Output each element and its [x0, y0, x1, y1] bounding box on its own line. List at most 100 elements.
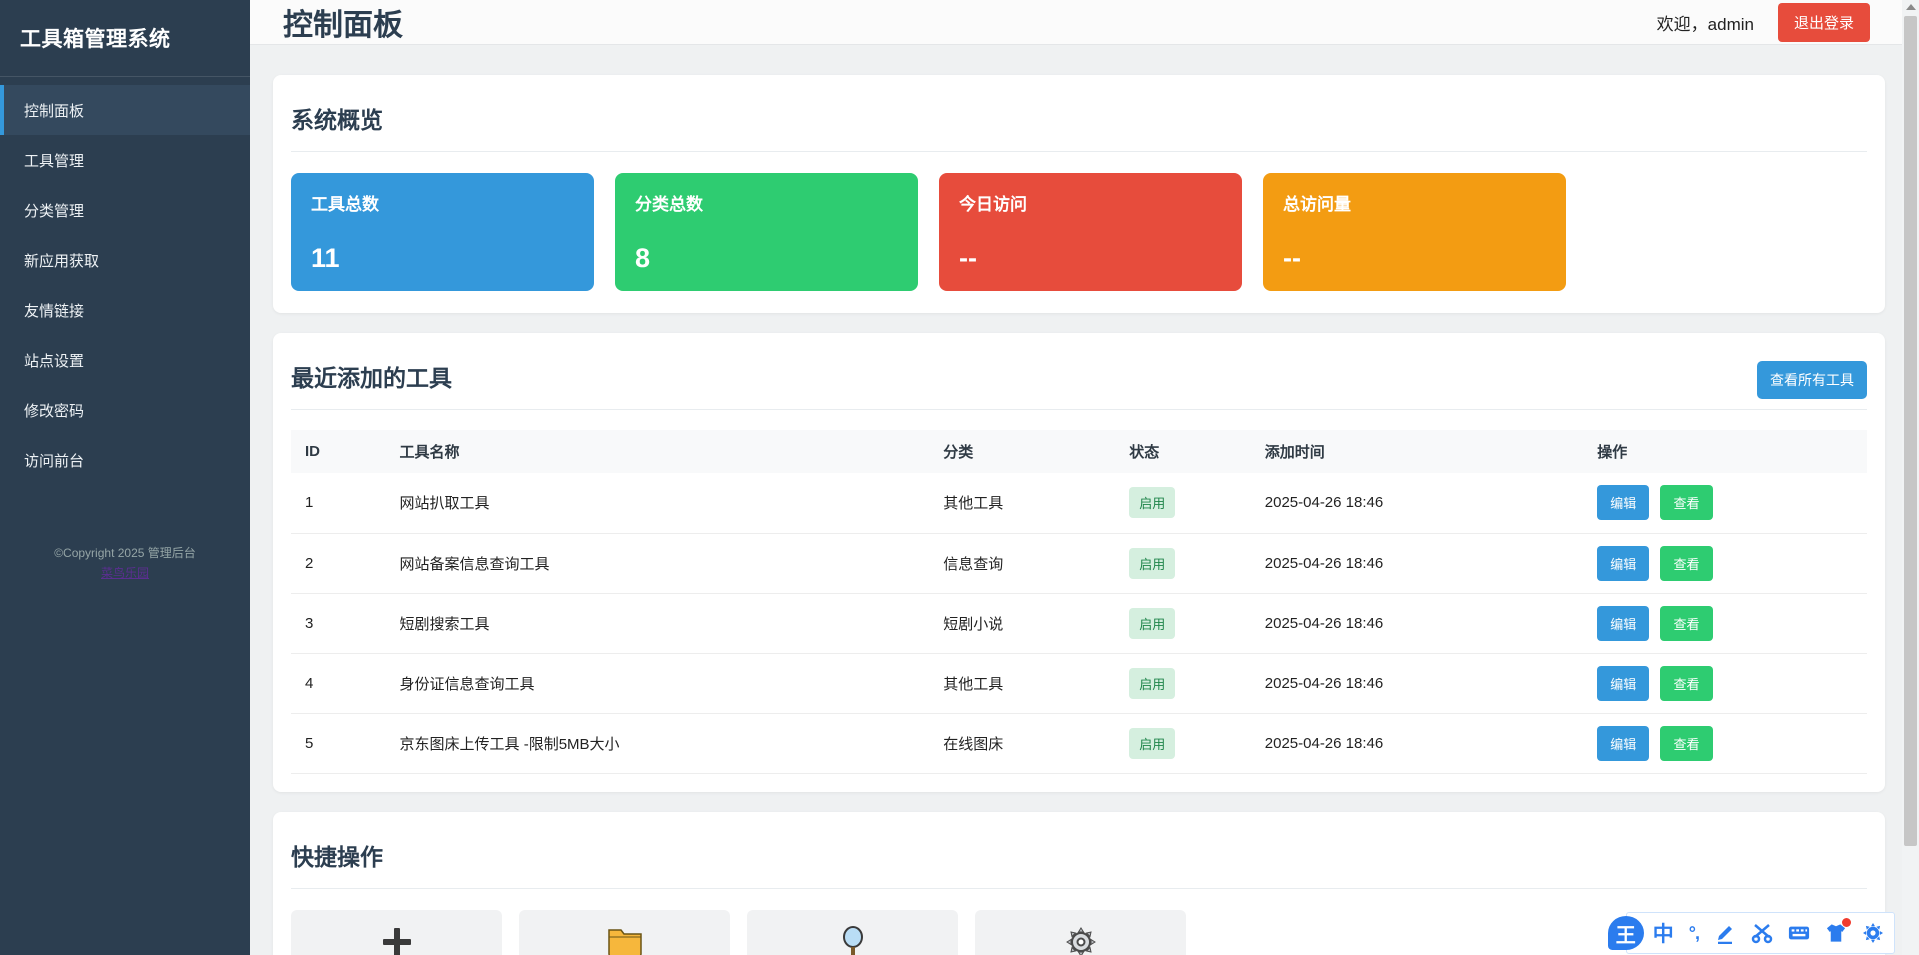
quick-action-settings[interactable] — [975, 910, 1186, 955]
recent-tools-header: 最近添加的工具 查看所有工具 — [291, 351, 1867, 410]
status-badge: 启用 — [1129, 487, 1175, 518]
scrollbar-up-arrow[interactable] — [1906, 4, 1916, 10]
skin-shirt-icon[interactable] — [1825, 922, 1847, 944]
view-button[interactable]: 查看 — [1660, 485, 1712, 520]
quick-actions-heading: 快捷操作 — [291, 830, 1867, 889]
view-button[interactable]: 查看 — [1660, 606, 1712, 641]
stat-card-total-categories: 分类总数 8 — [615, 173, 918, 291]
header-right: 欢迎，admin 退出登录 — [1657, 3, 1870, 42]
sidebar-item-dashboard[interactable]: 控制面板 — [0, 85, 250, 135]
table-row: 5 京东图床上传工具 -限制5MB大小 在线图床 启用 2025-04-26 1… — [291, 713, 1867, 773]
cell-category: 在线图床 — [929, 713, 1115, 773]
col-header-name: 工具名称 — [386, 430, 930, 473]
logout-button[interactable]: 退出登录 — [1778, 3, 1870, 42]
sidebar-item-new-app-fetch[interactable]: 新应用获取 — [0, 235, 250, 285]
sidebar-item-change-password[interactable]: 修改密码 — [0, 385, 250, 435]
edit-button[interactable]: 编辑 — [1597, 546, 1649, 581]
stat-card-total-visits: 总访问量 -- — [1263, 173, 1566, 291]
edit-button[interactable]: 编辑 — [1597, 666, 1649, 701]
sidebar-item-tool-management[interactable]: 工具管理 — [0, 135, 250, 185]
cell-category: 短剧小说 — [929, 593, 1115, 653]
sidebar-item-visit-frontend[interactable]: 访问前台 — [0, 435, 250, 485]
cell-name: 京东图床上传工具 -限制5MB大小 — [386, 713, 930, 773]
stat-label: 今日访问 — [959, 190, 1222, 215]
sidebar-item-label: 站点设置 — [24, 350, 84, 371]
status-badge: 启用 — [1129, 728, 1175, 759]
cell-id: 5 — [291, 713, 386, 773]
quick-action-search[interactable] — [747, 910, 958, 955]
ime-punctuation-button[interactable]: °, — [1689, 923, 1699, 944]
content: 系统概览 工具总数 11 分类总数 8 今日访问 -- 总访 — [250, 45, 1902, 955]
sidebar: 工具箱管理系统 控制面板 工具管理 分类管理 新应用获取 友情链接 站点设置 修… — [0, 0, 250, 955]
footer-link[interactable]: 菜鸟乐园 — [101, 566, 149, 580]
sidebar-item-category-management[interactable]: 分类管理 — [0, 185, 250, 235]
system-overview-card: 系统概览 工具总数 11 分类总数 8 今日访问 -- 总访 — [273, 75, 1885, 313]
status-badge: 启用 — [1129, 548, 1175, 579]
handwriting-pen-icon[interactable] — [1714, 922, 1736, 944]
stat-label: 总访问量 — [1283, 190, 1546, 215]
sidebar-item-label: 分类管理 — [24, 200, 84, 221]
page-title: 控制面板 — [283, 0, 403, 44]
view-button[interactable]: 查看 — [1660, 546, 1712, 581]
sidebar-footer: ©Copyright 2025 管理后台 菜鸟乐园 — [0, 543, 250, 584]
quick-action-manage-categories[interactable] — [519, 910, 730, 955]
recent-tools-table: ID 工具名称 分类 状态 添加时间 操作 1 网站扒取工具 其他工具 — [291, 430, 1867, 774]
stat-value: -- — [1283, 243, 1546, 274]
overview-heading: 系统概览 — [291, 93, 1867, 152]
table-row: 3 短剧搜索工具 短剧小说 启用 2025-04-26 18:46 编辑 查看 — [291, 593, 1867, 653]
view-all-tools-button[interactable]: 查看所有工具 — [1757, 361, 1867, 399]
recent-tools-card: 最近添加的工具 查看所有工具 ID 工具名称 分类 状态 添加时间 操作 — [273, 333, 1885, 792]
folder-icon — [606, 924, 644, 955]
ime-bar: 中 °, — [1626, 912, 1895, 954]
edit-button[interactable]: 编辑 — [1597, 606, 1649, 641]
ime-chinese-mode-button[interactable]: 中 — [1653, 918, 1674, 948]
vertical-scrollbar[interactable] — [1902, 0, 1919, 955]
ime-logo-badge[interactable]: 王 — [1608, 916, 1644, 950]
notification-dot — [1842, 918, 1851, 927]
cell-name: 身份证信息查询工具 — [386, 653, 930, 713]
scrollbar-thumb[interactable] — [1904, 16, 1917, 846]
sidebar-item-label: 修改密码 — [24, 400, 84, 421]
ime-settings-gear-icon[interactable] — [1862, 922, 1884, 944]
table-header-row: ID 工具名称 分类 状态 添加时间 操作 — [291, 430, 1867, 473]
cell-time: 2025-04-26 18:46 — [1251, 473, 1584, 533]
cell-id: 2 — [291, 533, 386, 593]
sidebar-item-friend-links[interactable]: 友情链接 — [0, 285, 250, 335]
stat-card-total-tools: 工具总数 11 — [291, 173, 594, 291]
cell-name: 网站扒取工具 — [386, 473, 930, 533]
col-header-status: 状态 — [1115, 430, 1251, 473]
stat-value: 11 — [311, 243, 574, 274]
view-button[interactable]: 查看 — [1660, 726, 1712, 761]
table-row: 4 身份证信息查询工具 其他工具 启用 2025-04-26 18:46 编辑 … — [291, 653, 1867, 713]
view-button[interactable]: 查看 — [1660, 666, 1712, 701]
status-badge: 启用 — [1129, 668, 1175, 699]
stat-value: 8 — [635, 243, 898, 274]
stat-value: -- — [959, 243, 1222, 274]
stat-label: 工具总数 — [311, 190, 574, 215]
sidebar-item-site-settings[interactable]: 站点设置 — [0, 335, 250, 385]
col-header-category: 分类 — [929, 430, 1115, 473]
edit-button[interactable]: 编辑 — [1597, 485, 1649, 520]
soft-keyboard-icon[interactable] — [1788, 922, 1810, 944]
sidebar-item-label: 友情链接 — [24, 300, 84, 321]
edit-button[interactable]: 编辑 — [1597, 726, 1649, 761]
ime-toolbar: 王 中 °, — [1608, 912, 1895, 954]
quick-action-add-tool[interactable] — [291, 910, 502, 955]
stat-card-today-visits: 今日访问 -- — [939, 173, 1242, 291]
cell-name: 网站备案信息查询工具 — [386, 533, 930, 593]
copyright-text: ©Copyright 2025 管理后台 — [0, 543, 250, 563]
sidebar-item-label: 工具管理 — [24, 150, 84, 171]
col-header-time: 添加时间 — [1251, 430, 1584, 473]
welcome-text: 欢迎，admin — [1657, 10, 1754, 35]
table-row: 1 网站扒取工具 其他工具 启用 2025-04-26 18:46 编辑 查看 — [291, 473, 1867, 533]
scissors-icon[interactable] — [1751, 922, 1773, 944]
app-window: 工具箱管理系统 控制面板 工具管理 分类管理 新应用获取 友情链接 站点设置 修… — [0, 0, 1902, 955]
search-icon — [836, 924, 870, 955]
cell-time: 2025-04-26 18:46 — [1251, 653, 1584, 713]
cell-id: 4 — [291, 653, 386, 713]
stat-label: 分类总数 — [635, 190, 898, 215]
recent-tools-heading: 最近添加的工具 — [291, 351, 452, 409]
main-area: 控制面板 欢迎，admin 退出登录 系统概览 工具总数 11 分类总数 8 — [250, 0, 1902, 955]
col-header-id: ID — [291, 430, 386, 473]
sidebar-item-label: 新应用获取 — [24, 250, 99, 271]
